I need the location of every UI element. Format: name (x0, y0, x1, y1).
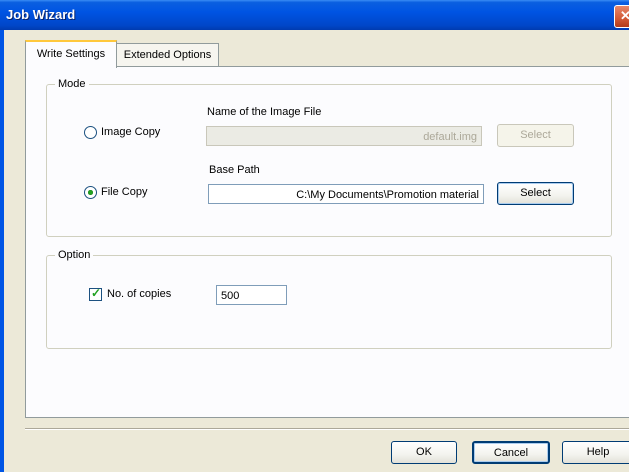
window-title: Job Wizard (6, 7, 76, 22)
mode-group: Mode (46, 78, 612, 237)
tab-extended-options[interactable]: Extended Options (116, 43, 219, 66)
copies-input[interactable]: 500 (216, 285, 287, 305)
ok-button[interactable]: OK (391, 441, 457, 464)
mode-group-legend: Mode (55, 78, 89, 90)
window-border (0, 30, 4, 472)
option-group: Option (46, 249, 612, 349)
image-copy-label[interactable]: Image Copy (101, 126, 160, 138)
file-copy-label[interactable]: File Copy (101, 186, 147, 198)
base-path-field[interactable]: C:\My Documents\Promotion material (208, 184, 484, 204)
checkmark-icon: ✓ (91, 286, 102, 300)
image-copy-radio[interactable] (84, 126, 97, 139)
copies-checkbox[interactable]: ✓ (89, 286, 102, 301)
footer-separator (25, 428, 629, 430)
base-path-select-button[interactable]: Select (497, 182, 574, 205)
copies-label[interactable]: No. of copies (107, 288, 171, 300)
tab-extended-options-label: Extended Options (123, 49, 212, 61)
base-path-label: Base Path (209, 164, 260, 176)
tab-write-settings-label: Write Settings (36, 48, 106, 60)
tab-write-settings[interactable]: Write Settings (25, 40, 117, 68)
cancel-button[interactable]: Cancel (472, 441, 550, 464)
close-icon: ✕ (620, 8, 629, 23)
image-file-name-label: Name of the Image File (207, 106, 322, 118)
close-button[interactable]: ✕ (614, 5, 629, 28)
help-button[interactable]: Help (562, 441, 629, 464)
file-copy-radio[interactable] (84, 186, 97, 199)
image-file-name-field[interactable]: default.img (206, 126, 482, 146)
title-bar[interactable]: Job Wizard ✕ (0, 0, 629, 30)
option-group-legend: Option (55, 249, 94, 261)
image-select-button[interactable]: Select (497, 124, 574, 147)
